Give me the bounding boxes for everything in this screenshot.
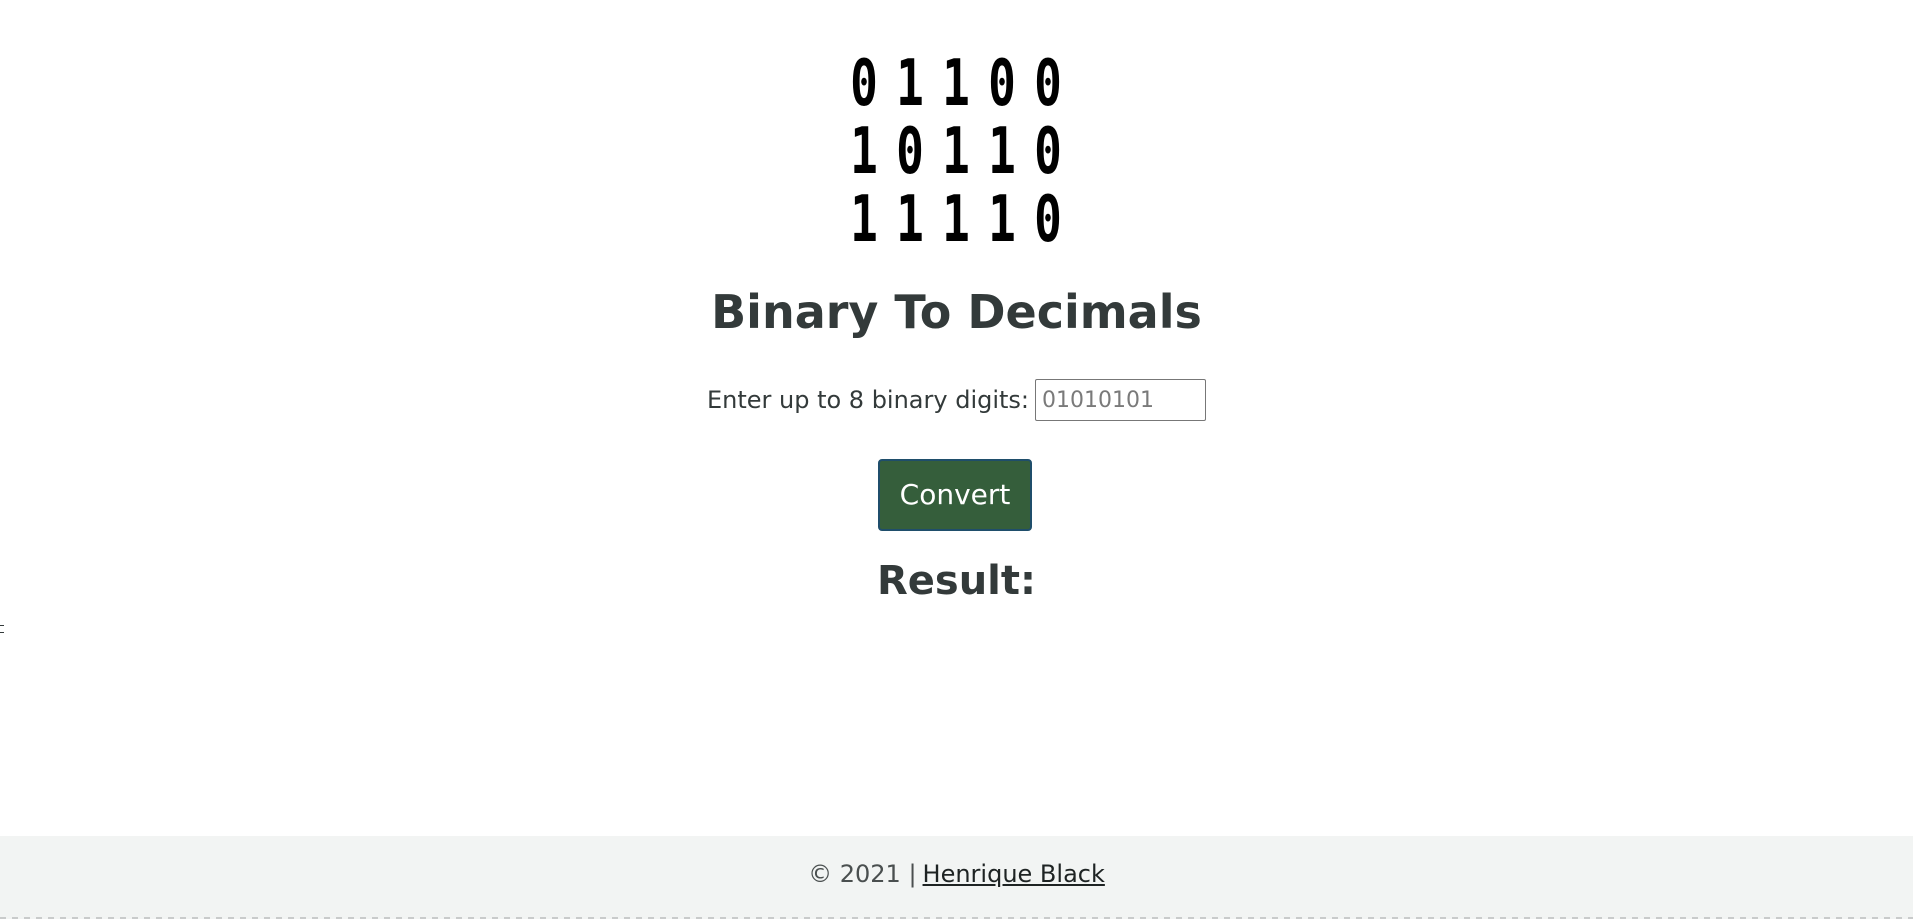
binary-input-label: Enter up to 8 binary digits: bbox=[706, 386, 1030, 414]
logo-digit: 1 bbox=[942, 115, 970, 189]
logo-digit: 0 bbox=[850, 47, 878, 121]
logo-digit: 1 bbox=[850, 183, 878, 257]
logo-digit: 1 bbox=[896, 183, 924, 257]
logo-row: 1 0 1 1 0 bbox=[842, 118, 1070, 186]
logo-digit: 1 bbox=[942, 183, 970, 257]
binary-logo: 0 1 1 0 0 1 0 1 1 0 1 1 1 1 0 bbox=[842, 50, 1070, 254]
logo-digit: 1 bbox=[850, 115, 878, 189]
logo-digit: 1 bbox=[988, 115, 1016, 189]
binary-input[interactable] bbox=[1035, 379, 1207, 421]
page: 0 1 1 0 0 1 0 1 1 0 1 1 1 1 0 Binary To … bbox=[0, 0, 1913, 919]
logo-digit: 1 bbox=[988, 183, 1016, 257]
logo-digit: 0 bbox=[1034, 183, 1062, 257]
logo-row: 1 1 1 1 0 bbox=[842, 186, 1070, 254]
result-heading: Result: bbox=[876, 558, 1037, 604]
logo-digit: 0 bbox=[1034, 115, 1062, 189]
logo-digit: 0 bbox=[896, 115, 924, 189]
logo-digit: 1 bbox=[942, 47, 970, 121]
copyright-text: © 2021 | bbox=[808, 859, 917, 888]
footer-content: © 2021 | Henrique Black bbox=[808, 860, 1105, 888]
footer: © 2021 | Henrique Black bbox=[0, 836, 1913, 919]
logo-digit: 0 bbox=[1034, 47, 1062, 121]
edge-mark bbox=[0, 625, 4, 633]
page-title: Binary To Decimals bbox=[711, 285, 1202, 339]
binary-form: Enter up to 8 binary digits: bbox=[0, 377, 1913, 423]
convert-button[interactable]: Convert bbox=[878, 459, 1032, 531]
logo-digit: 0 bbox=[988, 47, 1016, 121]
author-link[interactable]: Henrique Black bbox=[923, 860, 1105, 888]
main-content: 0 1 1 0 0 1 0 1 1 0 1 1 1 1 0 Binary To … bbox=[0, 0, 1913, 836]
logo-row: 0 1 1 0 0 bbox=[842, 50, 1070, 118]
logo-digit: 1 bbox=[896, 47, 924, 121]
